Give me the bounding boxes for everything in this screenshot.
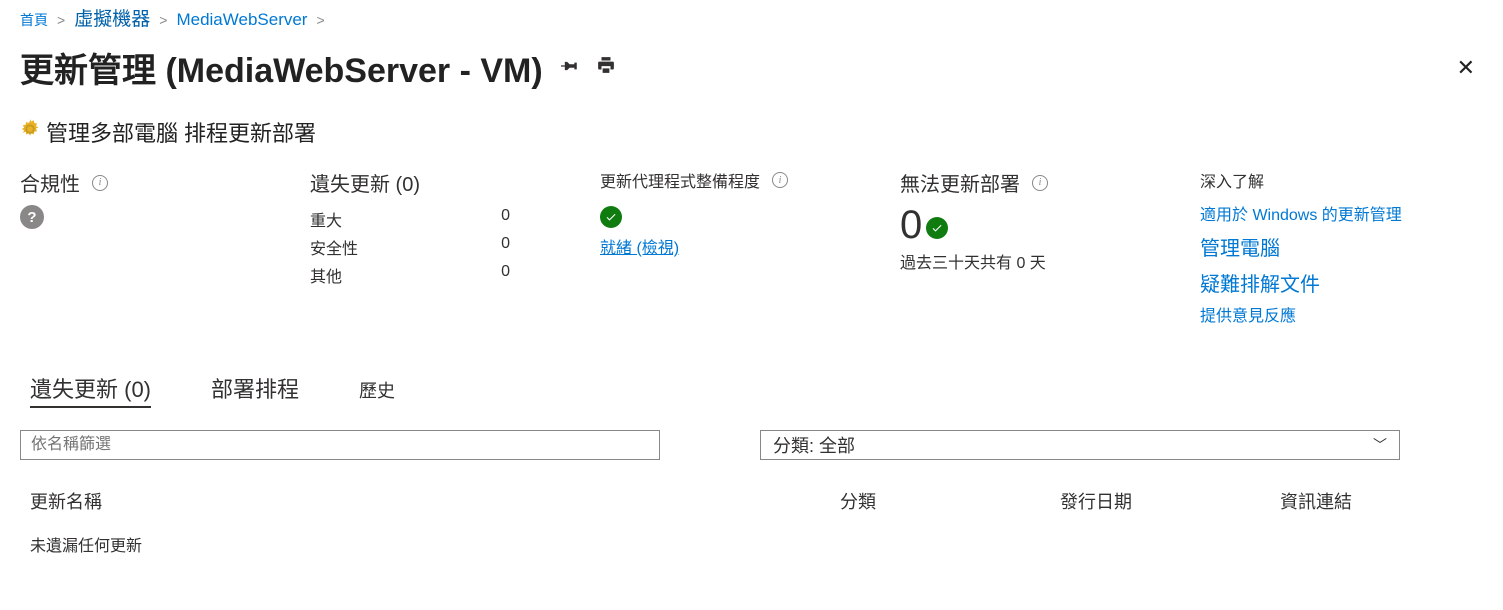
failed-deploy-col: 無法更新部署 i 0 過去三十天共有 0 天 [900,168,1200,332]
print-icon[interactable] [597,56,615,79]
other-value: 0 [501,263,510,287]
missing-updates-label: 遺失更新 (0) [310,168,420,197]
page-title: 更新管理 (MediaWebServer - VM) [20,43,543,92]
breadcrumb-home[interactable]: 首頁 [20,12,48,28]
agent-ready-link[interactable]: 就緒 (檢視) [600,234,900,258]
stats-row: 合規性 i ? 遺失更新 (0) 重大 0 安全性 0 其他 0 更新代理程式整備程度… [20,160,1483,332]
compliance-label: 合規性 [20,168,80,197]
link-feedback[interactable]: 提供意見反應 [1200,303,1483,332]
past-30-days-text: 過去三十天共有 0 天 [900,249,1200,273]
table-header: 更新名稱 分類 發行日期 資訊連結 [20,488,1483,524]
chevron-right-icon: > [159,12,167,28]
security-label: 安全性 [310,235,358,259]
col-category: 分類 [840,488,1060,514]
col-info-link: 資訊連結 [1280,488,1473,514]
tabs: 遺失更新 (0) 部署排程 歷史 [20,372,1483,408]
breadcrumb-server[interactable]: MediaWebServer [176,10,307,29]
col-publish-date: 發行日期 [1060,488,1280,514]
col-update-name: 更新名稱 [30,488,840,514]
filter-row: 分類: 全部 ﹀ [20,430,1483,460]
critical-value: 0 [501,207,510,231]
table-empty-row: 未遺漏任何更新 [20,524,1483,564]
agent-readiness-label: 更新代理程式整備程度 [600,168,760,192]
toolbar: 管理多部電腦 排程更新部署 [20,102,1483,160]
chevron-right-icon: > [317,12,325,28]
info-icon[interactable]: i [772,172,788,188]
schedule-deployment-button[interactable]: 排程更新部署 [184,116,316,148]
chevron-down-icon: ﹀ [1373,435,1387,455]
missing-updates-col: 遺失更新 (0) 重大 0 安全性 0 其他 0 [310,168,600,332]
category-select[interactable]: 分類: 全部 ﹀ [760,430,1400,460]
title-row: 更新管理 (MediaWebServer - VM) ✕ [20,37,1483,102]
agent-readiness-col: 更新代理程式整備程度 i 就緒 (檢視) [600,168,900,332]
breadcrumb: 首頁 > 虛擬機器 > MediaWebServer > [20,0,1483,37]
tab-missing-updates[interactable]: 遺失更新 (0) [30,372,151,408]
chevron-right-icon: > [57,12,65,28]
question-icon: ? [20,205,44,229]
check-circle-icon [926,217,948,239]
tab-history[interactable]: 歷史 [359,377,395,403]
security-value: 0 [501,235,510,259]
failed-deploy-label: 無法更新部署 [900,168,1020,197]
learn-more-label: 深入了解 [1200,168,1483,192]
filter-by-name-input[interactable] [20,430,660,460]
learn-more-col: 深入了解 適用於 Windows 的更新管理 管理電腦 疑難排解文件 提供意見反… [1200,168,1483,332]
info-icon[interactable]: i [1032,175,1048,191]
compliance-col: 合規性 i ? [20,168,310,332]
info-icon[interactable]: i [92,175,108,191]
link-troubleshoot-docs[interactable]: 疑難排解文件 [1200,267,1483,303]
failed-deploy-value: 0 [900,205,922,245]
close-icon[interactable]: ✕ [1457,55,1483,81]
manage-computers-button[interactable]: 管理多部電腦 [46,116,178,148]
category-select-label: 分類: 全部 [773,432,855,458]
breadcrumb-vms[interactable]: 虛擬機器 [74,9,150,30]
pin-icon[interactable] [561,56,579,79]
link-manage-computers[interactable]: 管理電腦 [1200,231,1483,267]
check-circle-icon [600,206,622,228]
tab-deployment-schedule[interactable]: 部署排程 [211,372,299,404]
link-windows-update-mgmt[interactable]: 適用於 Windows 的更新管理 [1200,202,1483,231]
gear-icon [20,119,40,145]
other-label: 其他 [310,263,342,287]
critical-label: 重大 [310,207,342,231]
